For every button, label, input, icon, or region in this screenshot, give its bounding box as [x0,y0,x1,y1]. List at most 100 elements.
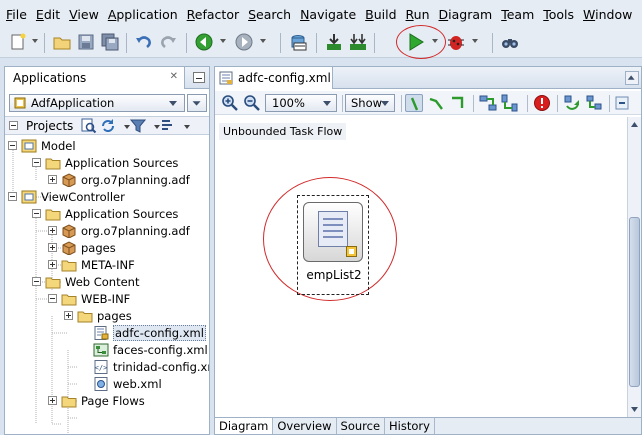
zoom-select[interactable]: 100% [265,94,337,112]
layout-vertical-icon[interactable] [501,94,519,112]
select-all-icon[interactable] [585,94,603,112]
tree-node-faces-config-xml[interactable]: faces-config.xml [93,341,208,358]
show-menu-button[interactable]: Show [345,94,395,112]
filter-dropdown-chevron-icon[interactable] [149,118,161,134]
tree-node-web-xml[interactable]: web.xml [93,375,162,392]
expand-icon[interactable] [48,226,57,235]
tree-node-model[interactable]: Model [8,137,76,154]
tree-node-adfc-config-xml[interactable]: adfc-config.xml [93,324,206,341]
scrollbar-thumb[interactable] [629,217,640,387]
tab-diagram[interactable]: Diagram [215,418,274,434]
application-selector[interactable]: AdfApplication [9,94,185,112]
orthogonal-line-tool-icon[interactable] [427,94,445,112]
collapse-icon[interactable] [48,294,57,303]
search-project-icon[interactable] [81,118,97,134]
vertical-scrollbar[interactable] [627,117,641,417]
back-dropdown-chevron-icon[interactable] [218,36,228,46]
tree-node-pages[interactable]: pages [64,307,132,324]
menu-window[interactable]: Window [583,7,632,22]
menu-view[interactable]: View [69,7,99,22]
menu-navigate[interactable]: Navigate [300,7,356,22]
expand-icon[interactable] [64,311,73,320]
menu-application[interactable]: Application [108,7,178,22]
menu-run[interactable]: Run [406,7,430,22]
tree-node-meta-inf[interactable]: META-INF [48,256,135,273]
tab-overview[interactable]: Overview [273,418,337,434]
tree-node-page-flows[interactable]: Page Flows [48,392,145,409]
tree-node-label: Page Flows [81,393,145,408]
menu-build[interactable]: Build [365,7,396,22]
tab-history[interactable]: History [385,418,435,434]
run-icon[interactable] [406,32,426,52]
new-dropdown-chevron-icon[interactable] [30,36,40,46]
applications-tab[interactable]: Applications ✕ [5,67,185,89]
diagram-canvas[interactable]: Unbounded Task Flow empList2 [215,117,627,417]
sort-dropdown-chevron-icon[interactable] [179,118,191,134]
menu-refactor[interactable]: Refactor [187,7,239,22]
expand-icon[interactable] [48,175,57,184]
undo-icon[interactable] [134,32,154,52]
menu-file[interactable]: File [6,7,27,22]
collapse-icon[interactable] [8,141,17,150]
straight-line-tool-icon[interactable] [405,94,423,112]
menu-team[interactable]: Team [501,7,534,22]
menu-edit[interactable]: Edit [36,7,60,22]
rebuild-icon[interactable] [348,32,368,52]
tab-source[interactable]: Source [337,418,386,434]
menu-tools[interactable]: Tools [543,7,574,22]
minimize-icon[interactable] [193,72,205,83]
refresh-icon[interactable] [100,118,116,134]
zoom-in-icon[interactable] [221,94,239,112]
menu-search[interactable]: Search [248,7,291,22]
debug-icon[interactable] [446,32,466,52]
filter-icon[interactable] [130,118,147,134]
collapse-icon[interactable] [32,277,41,286]
tree-node-web-content[interactable]: Web Content [32,273,139,290]
tree-node-org-o7planning-adf[interactable]: org.o7planning.adf [48,222,190,239]
sort-options-icon[interactable] [160,118,176,134]
collapse-icon[interactable] [32,158,41,167]
tree-node-pages[interactable]: pages [48,239,116,256]
scroll-down-icon[interactable] [630,405,639,414]
save-icon[interactable] [76,32,96,52]
zoom-out-icon[interactable] [243,94,261,112]
forward-icon[interactable] [234,32,254,52]
redo-icon[interactable] [158,32,178,52]
scroll-up-icon[interactable] [630,120,639,129]
tree-node-web-inf[interactable]: WEB-INF [48,290,130,307]
expand-icon[interactable] [48,243,57,252]
more-tools-icon[interactable] [613,94,631,112]
tree-node-label: pages [97,308,132,323]
tree-node-org-o7planning-adf[interactable]: org.o7planning.adf [48,171,190,188]
menu-diagram[interactable]: Diagram [439,7,493,22]
debug-dropdown-chevron-icon[interactable] [470,36,480,46]
curved-line-tool-icon[interactable] [449,94,467,112]
tree-node-application-sources[interactable]: Application Sources [32,154,178,171]
collapse-icon[interactable] [8,192,17,201]
tree-node-application-sources[interactable]: Application Sources [32,205,178,222]
make-icon[interactable] [324,32,344,52]
tree-node-trinidad-config-xml[interactable]: </> trinidad-config.xml [93,358,209,375]
sql-worksheet-icon[interactable] [288,32,308,52]
new-icon[interactable] [8,32,28,52]
forward-dropdown-chevron-icon[interactable] [258,36,268,46]
application-menu-button[interactable] [187,94,207,112]
binoculars-icon[interactable] [500,32,520,52]
expand-icon[interactable] [48,396,57,405]
refresh-dropdown-chevron-icon[interactable] [119,118,131,134]
refresh-diagram-icon[interactable] [563,94,581,112]
open-folder-icon[interactable] [52,32,72,52]
back-icon[interactable] [194,32,214,52]
save-all-icon[interactable] [100,32,120,52]
error-icon[interactable] [533,94,551,112]
tree-node-viewcontroller[interactable]: ViewController [8,188,125,205]
projects-collapse-expander[interactable] [9,121,18,130]
tab-adfc-config[interactable]: adfc-config.xml [215,67,333,89]
view-activity-emplist2[interactable]: empList2 [297,195,369,295]
collapse-icon[interactable] [32,209,41,218]
close-icon[interactable]: ✕ [170,71,178,82]
run-dropdown-chevron-icon[interactable] [430,36,440,46]
expand-icon[interactable] [48,260,57,269]
editor-tab-list-button[interactable] [625,71,639,85]
layout-horizontal-icon[interactable] [479,94,497,112]
